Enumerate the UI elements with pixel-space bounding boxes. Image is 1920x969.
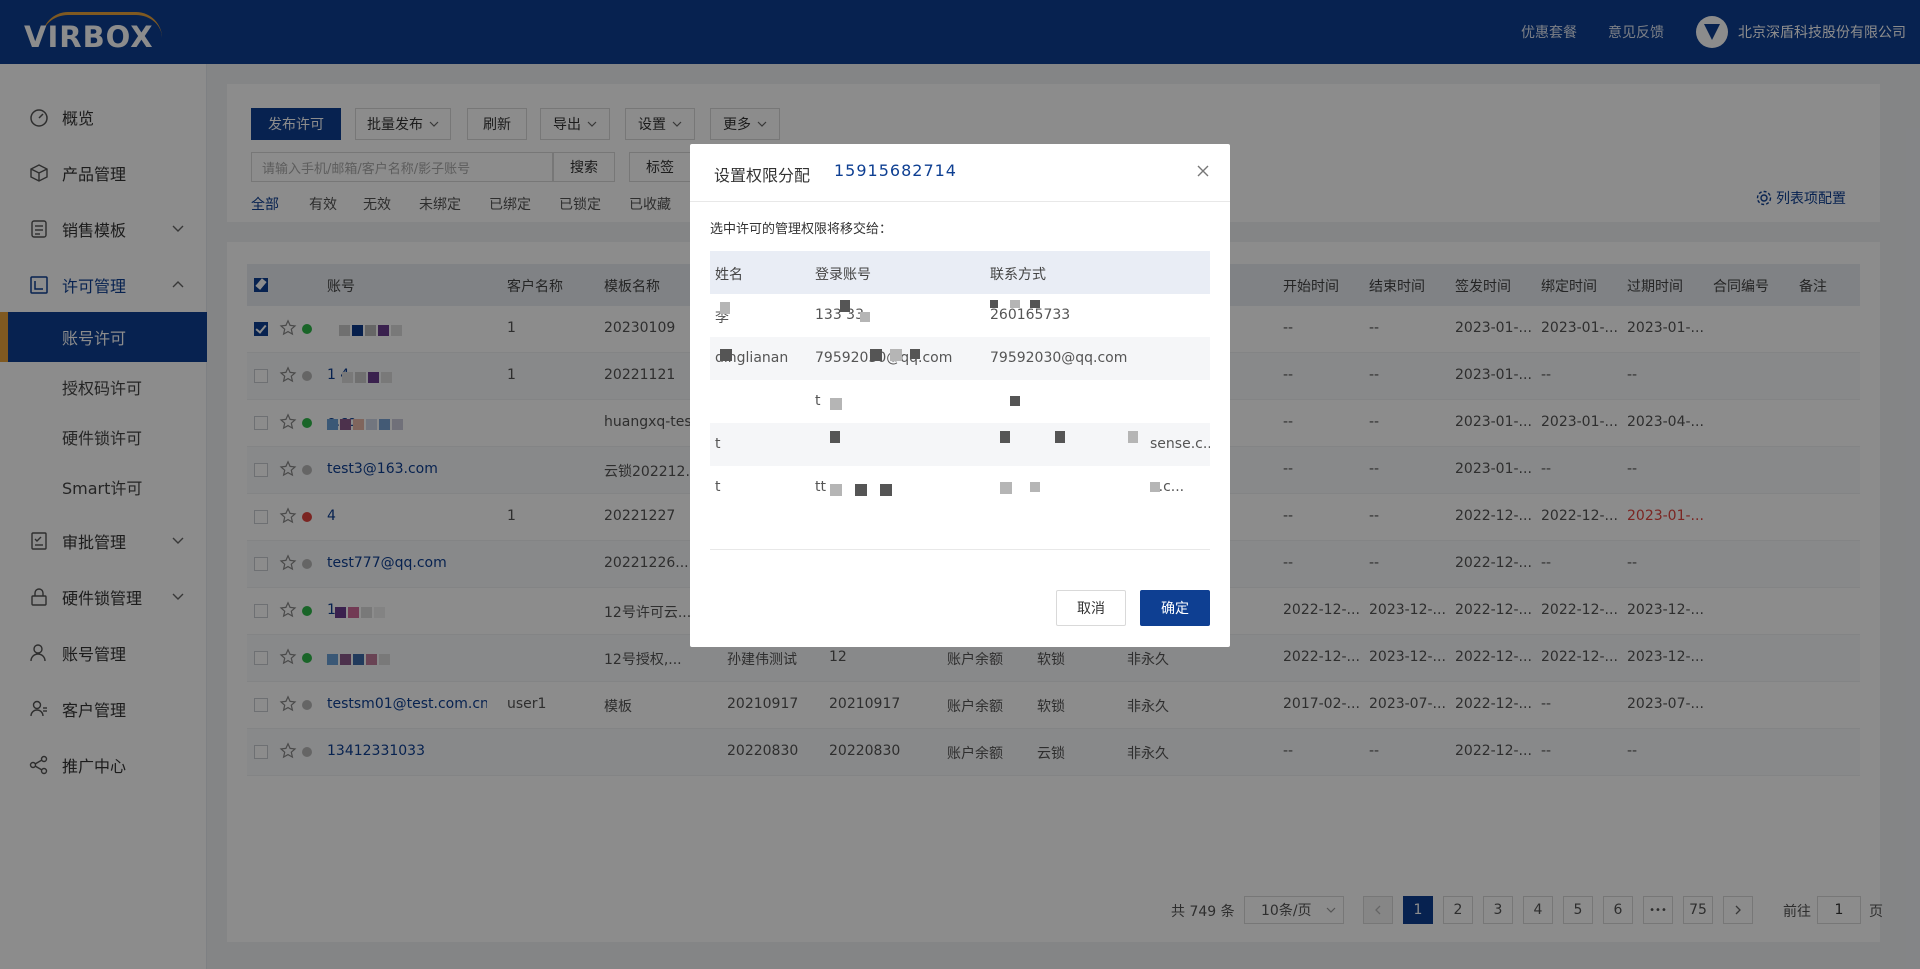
assignee-row[interactable]: t: [710, 380, 1210, 423]
redacted-block: [1010, 396, 1020, 406]
redacted-block: [1030, 300, 1040, 308]
cell-name: t: [715, 479, 721, 495]
redacted-block: [830, 398, 842, 410]
dialog-footer-divider: [710, 549, 1210, 550]
redacted-block: [1150, 482, 1160, 492]
dialog-note: 选中许可的管理权限将移交给：: [710, 222, 893, 237]
cell-login: t: [815, 393, 821, 409]
th-login: 登录账号: [815, 267, 871, 283]
cell-login: tt: [815, 479, 826, 495]
th-contact: 联系方式: [990, 267, 1046, 283]
assignee-row[interactable]: t tt e.c...: [710, 466, 1210, 509]
redacted-block: [990, 300, 998, 308]
cell-contact: 260165733: [990, 307, 1071, 323]
redacted-block: [720, 302, 730, 314]
redacted-block: [1000, 431, 1010, 443]
redacted-block: [910, 349, 920, 359]
assignee-row[interactable]: dinglianan 79592030@qq.com 79592030@qq.com: [710, 337, 1210, 380]
assignee-row[interactable]: t sense.c...: [710, 423, 1210, 466]
redacted-block: [830, 431, 840, 443]
cell-name: t: [715, 436, 721, 452]
redacted-block: [860, 312, 870, 322]
redacted-block: [1055, 431, 1065, 443]
th-name: 姓名: [715, 267, 743, 283]
assignee-table-header: 姓名 登录账号 联系方式: [710, 251, 1210, 294]
permission-assign-dialog: 设置权限分配 15915682714 选中许可的管理权限将移交给： 姓名 登录账…: [690, 144, 1230, 647]
dialog-title: 设置权限分配: [714, 166, 811, 185]
assignee-row[interactable]: 李 133 33 260165733: [710, 294, 1210, 337]
redacted-block: [1128, 431, 1138, 443]
dialog-account-id: 15915682714: [834, 161, 957, 180]
redacted-block: [830, 484, 842, 496]
redacted-block: [870, 349, 882, 361]
confirm-button[interactable]: 确定: [1140, 590, 1210, 626]
redacted-block: [1010, 300, 1020, 308]
redacted-block: [1000, 482, 1012, 494]
redacted-block: [880, 484, 892, 496]
redacted-block: [855, 484, 867, 496]
redacted-block: [890, 349, 902, 361]
redacted-block: [1030, 482, 1040, 492]
redacted-block: [720, 349, 732, 361]
cancel-button[interactable]: 取消: [1056, 590, 1126, 626]
cell-contact: 79592030@qq.com: [990, 350, 1128, 366]
cell-contact: sense.c...: [1150, 436, 1210, 452]
redacted-block: [840, 300, 850, 312]
close-icon[interactable]: [1196, 164, 1210, 178]
dialog-divider: [690, 201, 1230, 202]
cell-login: 79592030@qq.com: [815, 350, 953, 366]
